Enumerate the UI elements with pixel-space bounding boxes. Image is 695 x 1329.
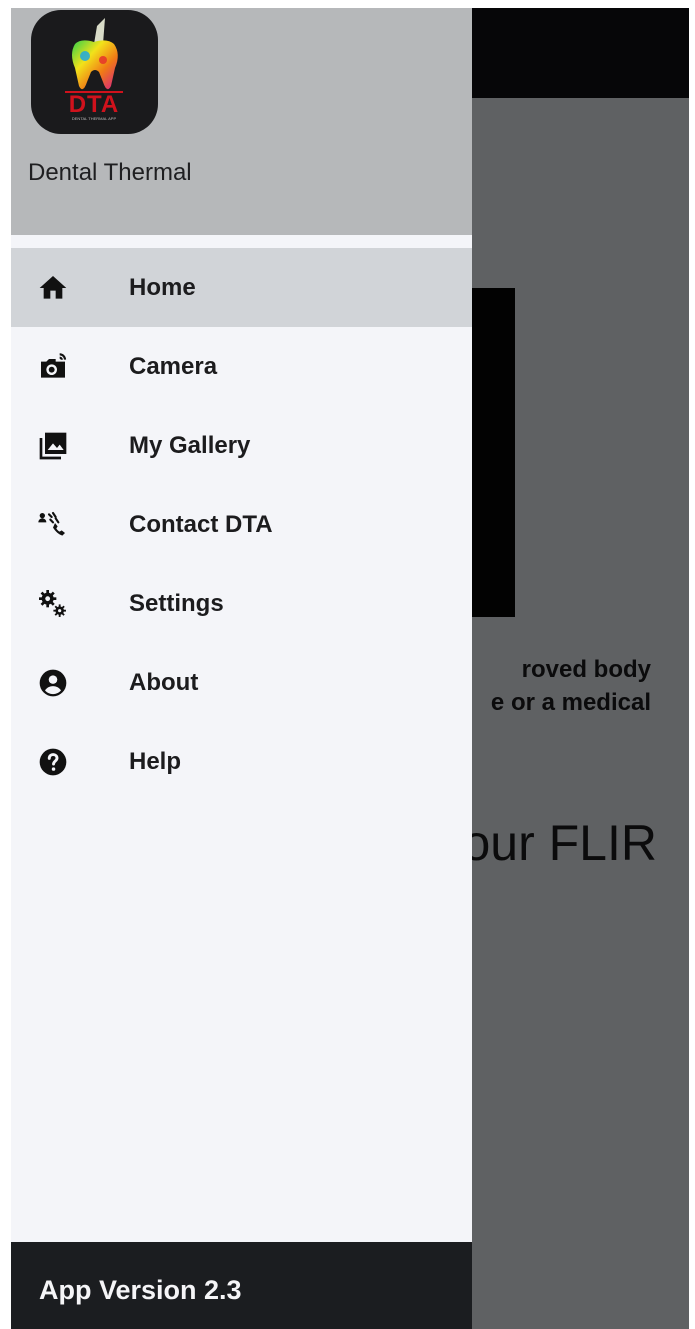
app-version-label: App Version 2.3 [39,1275,242,1305]
menu-item-label: Home [129,274,196,301]
drawer-menu: Home Camera My Gallery Contact DTA Setti… [11,248,472,801]
menu-item-settings[interactable]: Settings [11,564,472,643]
logo-subtext: DENTAL THERMAL APP [72,116,117,121]
menu-item-camera[interactable]: Camera [11,327,472,406]
menu-item-about[interactable]: About [11,643,472,722]
camera-icon [37,351,69,383]
menu-item-contact-dta[interactable]: Contact DTA [11,485,472,564]
logo-wordmark: DTA [69,91,120,118]
help-icon [37,746,69,778]
menu-item-label: Help [129,748,182,775]
menu-item-label: Camera [129,353,218,380]
menu-item-my-gallery[interactable]: My Gallery [11,406,472,485]
contact-icon [37,509,69,541]
app-logo: DTA DENTAL THERMAL APP [31,10,158,134]
gallery-icon [37,430,69,462]
screen: ental roved body e or a medical our FLIR [0,0,695,1329]
account-circle-icon [37,667,69,699]
drawer-footer: App Version 2.3 [11,1242,472,1329]
menu-item-label: Settings [129,590,224,617]
menu-item-label: My Gallery [129,432,251,459]
menu-item-label: Contact DTA [129,511,273,538]
app-name: Dental Thermal [28,159,192,186]
settings-icon [37,588,69,620]
menu-item-home[interactable]: Home [11,248,472,327]
home-icon [37,272,69,304]
navigation-drawer: DTA DENTAL THERMAL APP Dental Thermal Ho… [11,8,472,1329]
menu-item-help[interactable]: Help [11,722,472,801]
drawer-header: DTA DENTAL THERMAL APP Dental Thermal [11,8,472,235]
menu-item-label: About [129,669,199,696]
